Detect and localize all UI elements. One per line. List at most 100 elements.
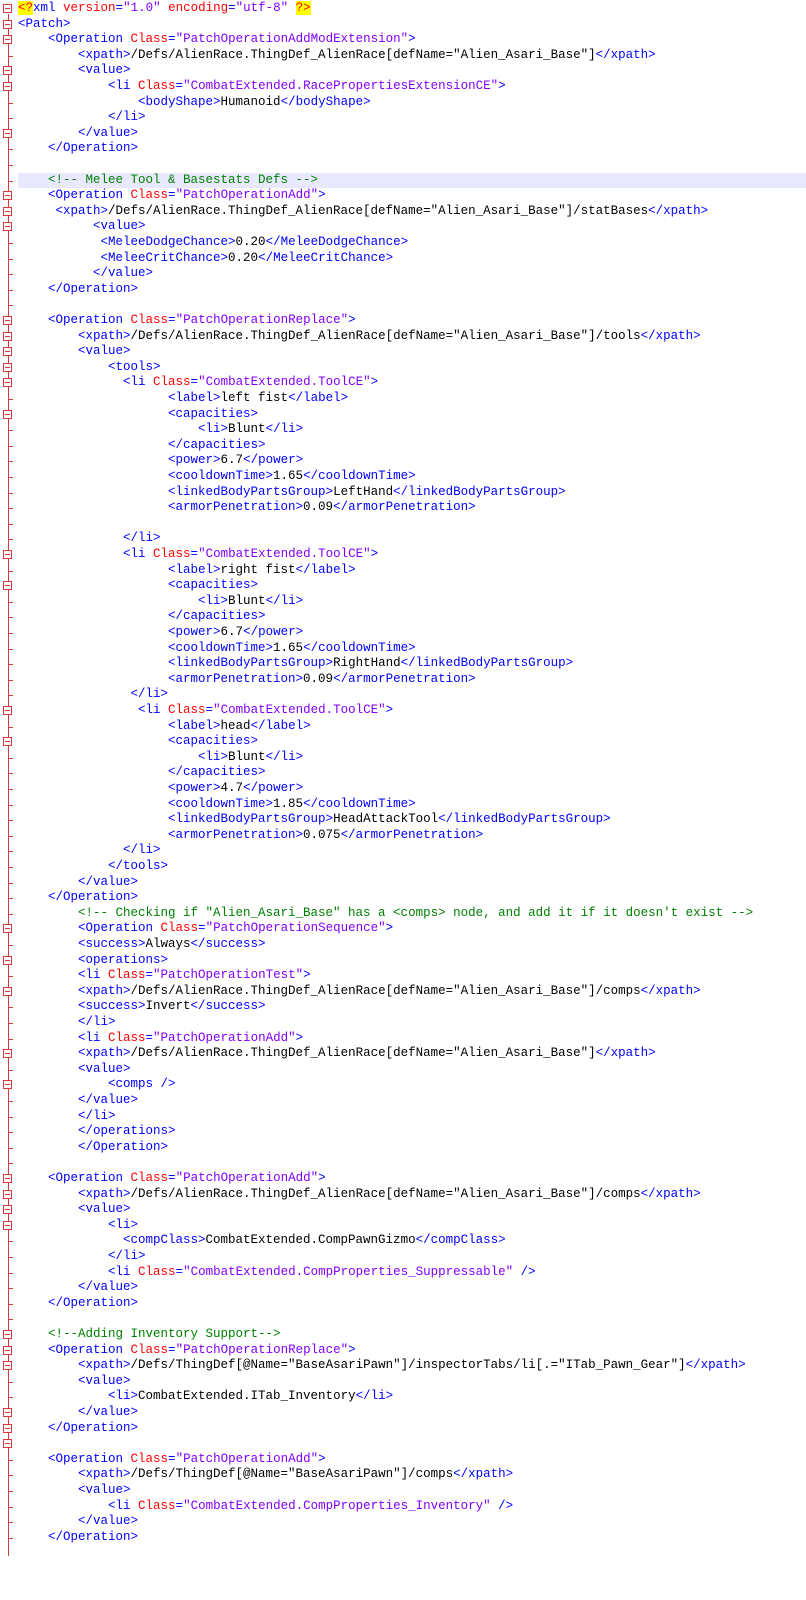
fold-toggle-icon[interactable]: [3, 378, 12, 388]
code-line[interactable]: <Operation Class="PatchOperationReplace"…: [18, 313, 806, 329]
code-line[interactable]: <tools>: [18, 360, 806, 376]
code-line[interactable]: <bodyShape>Humanoid</bodyShape>: [18, 95, 806, 111]
code-line[interactable]: <xpath>/Defs/AlienRace.ThingDef_AlienRac…: [18, 204, 806, 220]
code-line[interactable]: </li>: [18, 531, 806, 547]
code-line[interactable]: <Operation Class="PatchOperationAdd">: [18, 188, 806, 204]
fold-toggle-icon[interactable]: [3, 82, 12, 91]
code-line[interactable]: <xpath>/Defs/AlienRace.ThingDef_AlienRac…: [18, 1187, 806, 1203]
fold-toggle-icon[interactable]: [3, 1423, 12, 1433]
code-line[interactable]: <power>6.7</power>: [18, 453, 806, 469]
xml-editor[interactable]: <?xml version="1.0" encoding="utf-8" ?> <…: [0, 0, 806, 1600]
code-line[interactable]: <li>Blunt</li>: [18, 750, 806, 766]
fold-toggle-icon[interactable]: [3, 206, 12, 216]
code-line[interactable]: </capacities>: [18, 609, 806, 625]
code-line[interactable]: </Operation>: [18, 1140, 806, 1156]
code-line[interactable]: <label>right fist</label>: [18, 563, 806, 579]
fold-toggle-icon[interactable]: [3, 1080, 12, 1090]
code-line[interactable]: </value>: [18, 1514, 806, 1530]
code-line[interactable]: <cooldownTime>1.85</cooldownTime>: [18, 797, 806, 813]
code-line[interactable]: <xpath>/Defs/AlienRace.ThingDef_AlienRac…: [18, 48, 806, 64]
code-line[interactable]: <xpath>/Defs/AlienRace.ThingDef_AlienRac…: [18, 329, 806, 345]
code-line[interactable]: <li Class="CombatExtended.ToolCE">: [18, 703, 806, 719]
code-line[interactable]: <label>left fist</label>: [18, 391, 806, 407]
code-line[interactable]: <Operation Class="PatchOperationReplace"…: [18, 1343, 806, 1359]
fold-toggle-icon[interactable]: [3, 955, 12, 965]
code-line[interactable]: <li Class="CombatExtended.CompProperties…: [18, 1265, 806, 1281]
code-line[interactable]: </Operation>: [18, 1296, 806, 1312]
code-line[interactable]: </value>: [18, 126, 806, 142]
code-line[interactable]: </li>: [18, 1249, 806, 1265]
code-line[interactable]: <value>: [18, 1483, 806, 1499]
code-line[interactable]: <cooldownTime>1.65</cooldownTime>: [18, 469, 806, 485]
code-line[interactable]: <cooldownTime>1.65</cooldownTime>: [18, 641, 806, 657]
code-line[interactable]: <value>: [18, 63, 806, 79]
code-line[interactable]: [18, 1436, 806, 1452]
code-line[interactable]: [18, 157, 806, 173]
code-line[interactable]: <li>CombatExtended.ITab_Inventory</li>: [18, 1389, 806, 1405]
code-line[interactable]: <armorPenetration>0.09</armorPenetration…: [18, 672, 806, 688]
code-line[interactable]: <power>6.7</power>: [18, 625, 806, 641]
code-line[interactable]: <li Class="PatchOperationTest">: [18, 968, 806, 984]
fold-toggle-icon[interactable]: [3, 706, 12, 715]
code-line[interactable]: <success>Always</success>: [18, 937, 806, 953]
code-line[interactable]: <capacities>: [18, 734, 806, 750]
fold-toggle-icon[interactable]: [3, 409, 12, 419]
code-line[interactable]: </li>: [18, 1015, 806, 1031]
code-line[interactable]: <MeleeDodgeChance>0.20</MeleeDodgeChance…: [18, 235, 806, 251]
code-line[interactable]: <MeleeCritChance>0.20</MeleeCritChance>: [18, 251, 806, 267]
fold-toggle-icon[interactable]: [3, 19, 12, 29]
code-line[interactable]: <value>: [18, 1374, 806, 1390]
fold-toggle-icon[interactable]: [3, 1220, 12, 1230]
code-line[interactable]: <!-- Melee Tool & Basestats Defs -->: [18, 172, 806, 189]
fold-toggle-icon[interactable]: [3, 66, 12, 76]
code-line[interactable]: <capacities>: [18, 578, 806, 594]
code-line[interactable]: <armorPenetration>0.075</armorPenetratio…: [18, 828, 806, 844]
fold-toggle-icon[interactable]: [3, 1345, 12, 1355]
code-line[interactable]: <value>: [18, 1202, 806, 1218]
code-line[interactable]: <!-- Checking if "Alien_Asari_Base" has …: [18, 906, 806, 922]
code-line[interactable]: <Operation Class="PatchOperationAdd">: [18, 1452, 806, 1468]
code-line[interactable]: <comps />: [18, 1077, 806, 1093]
code-line[interactable]: </li>: [18, 110, 806, 126]
code-line[interactable]: <Patch>: [18, 17, 806, 33]
fold-toggle-icon[interactable]: [3, 4, 12, 13]
code-line[interactable]: <operations>: [18, 953, 806, 969]
code-line[interactable]: <success>Invert</success>: [18, 999, 806, 1015]
code-line[interactable]: </li>: [18, 1109, 806, 1125]
code-line[interactable]: </value>: [18, 1093, 806, 1109]
code-line[interactable]: <power>4.7</power>: [18, 781, 806, 797]
fold-toggle-icon[interactable]: [3, 128, 12, 138]
code-line[interactable]: </tools>: [18, 859, 806, 875]
code-line[interactable]: </value>: [18, 1280, 806, 1296]
code-line[interactable]: <xpath>/Defs/AlienRace.ThingDef_AlienRac…: [18, 984, 806, 1000]
fold-toggle-icon[interactable]: [3, 1205, 12, 1215]
code-line[interactable]: </Operation>: [18, 1530, 806, 1546]
code-line[interactable]: </li>: [18, 687, 806, 703]
code-line[interactable]: <li>: [18, 1218, 806, 1234]
code-line[interactable]: <xpath>/Defs/ThingDef[@Name="BaseAsariPa…: [18, 1467, 806, 1483]
code-line[interactable]: </capacities>: [18, 438, 806, 454]
code-line[interactable]: </Operation>: [18, 890, 806, 906]
fold-toggle-icon[interactable]: [3, 331, 12, 341]
fold-toggle-icon[interactable]: [3, 1049, 12, 1059]
fold-toggle-icon[interactable]: [3, 362, 12, 372]
code-line[interactable]: <?xml version="1.0" encoding="utf-8" ?>: [18, 1, 806, 17]
fold-toggle-icon[interactable]: [3, 316, 12, 325]
code-line[interactable]: <li>Blunt</li>: [18, 422, 806, 438]
code-line[interactable]: <!--Adding Inventory Support-->: [18, 1327, 806, 1343]
fold-toggle-icon[interactable]: [3, 347, 12, 357]
code-line[interactable]: </value>: [18, 266, 806, 282]
code-line[interactable]: <Operation Class="PatchOperationSequence…: [18, 921, 806, 937]
code-line[interactable]: <li Class="CombatExtended.ToolCE">: [18, 375, 806, 391]
fold-toggle-icon[interactable]: [3, 35, 12, 45]
code-line[interactable]: <li Class="CombatExtended.ToolCE">: [18, 547, 806, 563]
code-line[interactable]: </operations>: [18, 1124, 806, 1140]
code-line[interactable]: </Operation>: [18, 1421, 806, 1437]
fold-toggle-icon[interactable]: [3, 581, 12, 591]
code-line[interactable]: <value>: [18, 219, 806, 235]
code-line[interactable]: <xpath>/Defs/AlienRace.ThingDef_AlienRac…: [18, 1046, 806, 1062]
code-line[interactable]: <Operation Class="PatchOperationAdd">: [18, 1171, 806, 1187]
code-line[interactable]: [18, 1311, 806, 1327]
fold-toggle-icon[interactable]: [3, 191, 12, 201]
code-line[interactable]: <linkedBodyPartsGroup>HeadAttackTool</li…: [18, 812, 806, 828]
